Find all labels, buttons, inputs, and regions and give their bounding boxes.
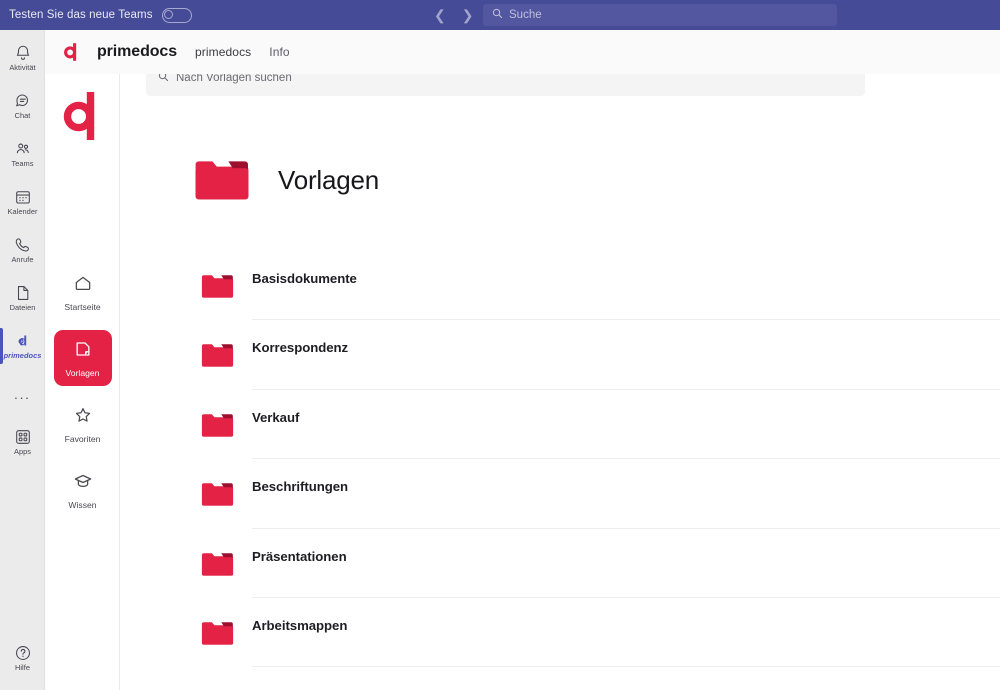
sidebar-item-wissen[interactable]: Wissen — [45, 462, 120, 518]
toggle-knob — [164, 10, 173, 19]
teams-window: Testen Sie das neue Teams ❮ ❯ Suche Akti… — [0, 0, 1000, 690]
rail-label: Teams — [11, 160, 33, 167]
template-icon — [73, 339, 93, 364]
content-area: Nach Vorlagen suchen Startseite — [45, 74, 1000, 690]
folder-icon — [201, 478, 234, 513]
folder-icon — [201, 409, 234, 444]
sidebar-nav: Startseite Vorlagen — [45, 264, 120, 528]
sidebar-item-vorlagen[interactable]: Vorlagen — [45, 330, 120, 386]
chevron-left-icon[interactable]: ❮ — [434, 8, 446, 22]
folder-icon — [201, 339, 234, 374]
rail-label: Aktivität — [9, 64, 35, 71]
teams-icon — [14, 140, 32, 158]
list-item-label: Verkauf — [252, 410, 299, 425]
sidebar-item-anrufe[interactable]: Anrufe — [0, 226, 45, 274]
phone-icon — [14, 236, 32, 254]
chevron-right-icon[interactable]: ❯ — [462, 8, 474, 22]
rail-label: Chat — [15, 112, 31, 119]
history-nav: ❮ ❯ — [434, 0, 473, 30]
sidebar-item-apps[interactable]: Apps — [0, 418, 45, 466]
templates-title: Vorlagen — [278, 165, 379, 196]
list-item-label: Basisdokumente — [252, 271, 357, 286]
rail-label: Hilfe — [15, 664, 30, 671]
rail-label: Anrufe — [11, 256, 33, 263]
help-icon — [14, 644, 32, 662]
primedocs-icon: d — [14, 332, 32, 350]
sidebar-item-favoriten[interactable]: Favoriten — [45, 396, 120, 452]
rail-label: primedocs — [4, 352, 42, 359]
global-search-placeholder: Suche — [509, 9, 542, 21]
folder-icon — [201, 270, 234, 305]
sidebar-logo — [45, 88, 120, 146]
new-teams-toggle[interactable] — [162, 8, 192, 23]
rail-label: Kalender — [8, 208, 38, 215]
list-item[interactable]: Verkauf — [121, 390, 1000, 459]
sidebar-item-aktivitat[interactable]: Aktivität — [0, 34, 45, 82]
folder-icon — [201, 548, 234, 583]
tab-info[interactable]: Info — [269, 45, 289, 59]
rail-more-button[interactable]: ... — [0, 370, 45, 418]
global-search-input[interactable]: Suche — [483, 4, 837, 26]
sidebar-item-label: Wissen — [68, 501, 96, 510]
list-item[interactable]: Korrespondenz — [121, 320, 1000, 389]
rail-label: Dateien — [10, 304, 36, 311]
sidebar-item-label: Vorlagen — [66, 369, 100, 378]
sidebar-item-label: Favoriten — [65, 435, 101, 444]
chat-icon — [14, 92, 32, 110]
page-header: Vorlagen — [194, 153, 379, 208]
folder-icon — [201, 617, 234, 652]
list-item-label: Arbeitsmappen — [252, 618, 347, 633]
sidebar-item-kalender[interactable]: Kalender — [0, 178, 45, 226]
primedocs-logo — [60, 39, 86, 65]
apps-icon — [14, 428, 32, 446]
app-rail: Aktivität Chat Teams Kalender Anrufe — [0, 30, 45, 690]
templates-pane: Vorlagen Basisdokumente Korrespondenz — [121, 74, 1000, 690]
rail-bottom-group: Hilfe — [0, 634, 45, 682]
new-teams-label: Testen Sie das neue Teams — [9, 9, 153, 21]
tab-primedocs[interactable]: primedocs — [195, 45, 251, 59]
rail-label: Apps — [14, 448, 31, 455]
calendar-icon — [14, 188, 32, 206]
sidebar-item-dateien[interactable]: Dateien — [0, 274, 45, 322]
app-header: primedocs primedocs Info — [45, 30, 1000, 74]
list-divider — [252, 666, 1000, 667]
file-icon — [14, 284, 32, 302]
new-teams-toggle-group[interactable]: Testen Sie das neue Teams — [9, 8, 192, 23]
list-item[interactable]: Basisdokumente — [121, 251, 1000, 320]
list-item[interactable]: Beschriftungen — [121, 459, 1000, 528]
sidebar-item-startseite[interactable]: Startseite — [45, 264, 120, 320]
list-item-label: Präsentationen — [252, 549, 347, 564]
bell-icon — [14, 44, 32, 62]
search-icon — [492, 6, 503, 24]
folder-list: Basisdokumente Korrespondenz Verkauf — [121, 251, 1000, 667]
graduation-cap-icon — [73, 471, 93, 496]
home-icon — [73, 273, 93, 298]
sidebar-item-primedocs[interactable]: d primedocs — [0, 322, 45, 370]
list-item-label: Beschriftungen — [252, 479, 348, 494]
app-sidebar: Startseite Vorlagen — [45, 74, 120, 690]
star-icon — [73, 405, 93, 430]
sidebar-item-hilfe[interactable]: Hilfe — [0, 634, 45, 682]
list-item-label: Korrespondenz — [252, 340, 348, 355]
ellipsis-icon: ... — [14, 388, 31, 401]
page-title: primedocs — [97, 43, 177, 61]
sidebar-item-teams[interactable]: Teams — [0, 130, 45, 178]
list-item[interactable]: Präsentationen — [121, 529, 1000, 598]
sidebar-item-chat[interactable]: Chat — [0, 82, 45, 130]
title-bar: Testen Sie das neue Teams ❮ ❯ Suche — [0, 0, 1000, 30]
sidebar-item-label: Startseite — [64, 303, 100, 312]
list-item[interactable]: Arbeitsmappen — [121, 598, 1000, 667]
folder-icon — [194, 153, 250, 208]
